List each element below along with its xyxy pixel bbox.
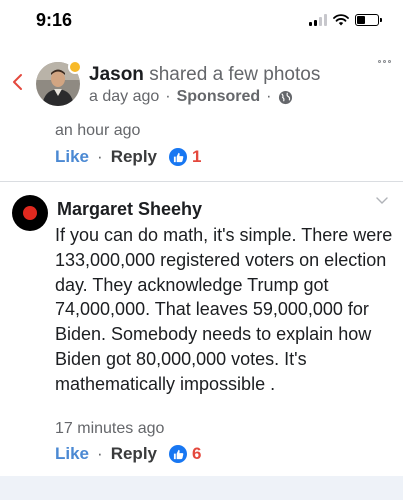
cellular-signal-icon xyxy=(309,14,327,26)
comment-timestamp: 17 minutes ago xyxy=(55,420,165,437)
comment-divider xyxy=(0,181,403,182)
action-separator: · xyxy=(97,147,103,166)
reaction-count: 6 xyxy=(192,444,202,463)
thumbs-up-icon xyxy=(169,148,187,166)
status-time: 9:16 xyxy=(36,10,73,30)
meta-separator: · xyxy=(165,88,171,105)
reaction-summary[interactable]: 1 xyxy=(169,147,201,167)
meta-separator: · xyxy=(266,88,272,105)
author-avatar[interactable] xyxy=(36,60,82,106)
action-separator: · xyxy=(97,444,103,463)
next-comment-area xyxy=(0,476,403,500)
comment-text: If you can do math, it's simple. There w… xyxy=(55,225,393,394)
post-action-text: shared a few photos xyxy=(149,64,321,85)
more-options-icon[interactable] xyxy=(378,60,391,63)
reply-button[interactable]: Reply xyxy=(111,147,157,167)
sponsored-label[interactable]: Sponsored xyxy=(177,88,261,106)
like-button[interactable]: Like xyxy=(55,444,89,464)
post-time[interactable]: a day ago xyxy=(89,88,159,106)
reaction-count: 1 xyxy=(192,147,202,166)
author-name[interactable]: Jason xyxy=(89,64,144,85)
reaction-summary[interactable]: 6 xyxy=(169,444,201,464)
post-title: Jason shared a few photos xyxy=(89,64,320,86)
battery-icon xyxy=(355,14,382,26)
post-meta: a day ago · Sponsored · xyxy=(89,88,293,106)
reply-button[interactable]: Reply xyxy=(111,444,157,464)
status-icons xyxy=(309,14,382,26)
commenter-name[interactable]: Margaret Sheehy xyxy=(57,199,202,220)
back-chevron-icon[interactable] xyxy=(10,70,26,94)
comment-actions: Like · Reply 6 xyxy=(55,444,201,464)
chevron-down-icon[interactable] xyxy=(375,196,389,206)
wifi-icon xyxy=(333,14,349,26)
status-bar: 9:16 xyxy=(0,0,403,44)
thumbs-up-icon xyxy=(169,445,187,463)
like-button[interactable]: Like xyxy=(55,147,89,167)
comment-timestamp: an hour ago xyxy=(55,122,141,139)
comment-actions: Like · Reply 1 xyxy=(55,147,201,167)
commenter-avatar[interactable] xyxy=(12,195,48,231)
globe-icon xyxy=(278,90,292,104)
top-fan-badge-icon xyxy=(68,60,82,74)
post-header: Jason shared a few photos a day ago · Sp… xyxy=(0,56,403,112)
